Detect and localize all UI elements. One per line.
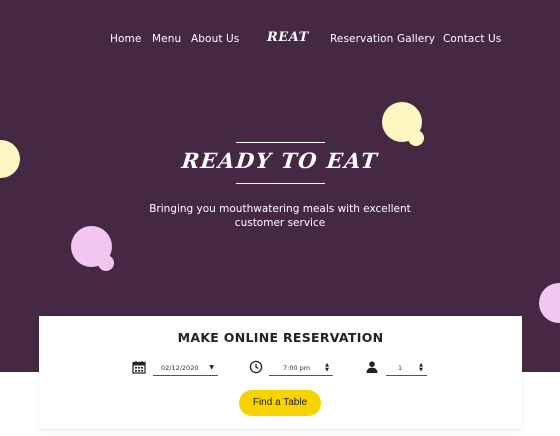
person-icon	[366, 361, 378, 373]
clock-icon	[249, 360, 263, 374]
guests-field: 1 ▲ ▼	[365, 360, 455, 376]
date-field: 02/12/2020 ▼	[132, 360, 222, 376]
guests-value: 1	[398, 364, 403, 372]
time-input[interactable]: 7:00 pm ▲ ▼	[269, 362, 333, 376]
time-field: 7:00 pm ▲ ▼	[249, 360, 339, 376]
dropdown-caret-icon: ▼	[209, 364, 214, 371]
calendar-icon	[132, 361, 146, 374]
spinner-icon: ▲ ▼	[325, 362, 329, 373]
date-input[interactable]: 02/12/2020 ▼	[153, 362, 218, 376]
time-value: 7:00 pm	[283, 364, 311, 372]
reservation-card: MAKE ONLINE RESERVATION 02/12/2020 ▼ 7:0…	[39, 316, 522, 429]
reservation-title: MAKE ONLINE RESERVATION	[177, 330, 384, 345]
title-rule-bottom	[236, 183, 325, 184]
nav-reservation[interactable]: Reservation	[330, 33, 393, 45]
blob-right-pink	[539, 283, 560, 323]
nav-home[interactable]: Home	[110, 33, 141, 45]
guests-input[interactable]: 1 ▲ ▼	[386, 362, 427, 376]
blob-left-pink-small	[98, 255, 114, 271]
nav-contact-us[interactable]: Contact Us	[443, 33, 501, 45]
nav-menu[interactable]: Menu	[152, 33, 181, 45]
spinner-icon: ▲ ▼	[419, 362, 423, 373]
blob-left-cream	[0, 140, 20, 178]
site-logo[interactable]: REAT	[267, 30, 309, 45]
find-table-button[interactable]: Find a Table	[239, 390, 321, 416]
title-rule-top	[236, 142, 325, 143]
blob-top-right-cream-small	[408, 130, 424, 146]
nav-gallery[interactable]: Gallery	[397, 33, 435, 45]
hero-subtitle: Bringing you mouthwatering meals with ex…	[149, 203, 411, 229]
nav-about-us[interactable]: About Us	[191, 33, 239, 45]
hero-title: READY TO EAT	[180, 148, 380, 173]
date-value: 02/12/2020	[161, 364, 199, 372]
